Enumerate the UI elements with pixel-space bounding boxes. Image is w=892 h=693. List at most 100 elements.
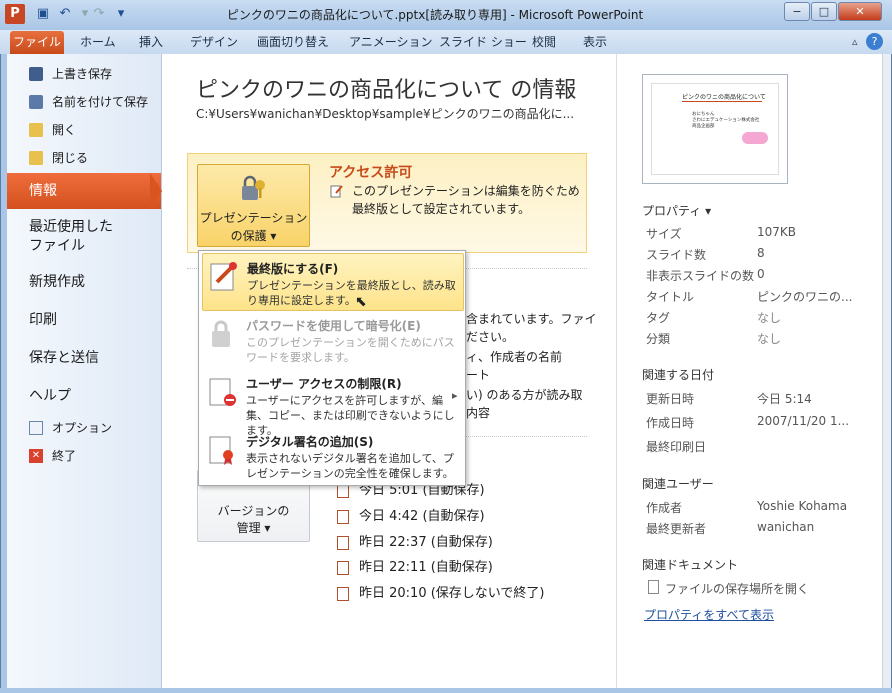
user-key: 作成者 — [646, 501, 683, 515]
tab-home[interactable]: ホーム — [80, 30, 116, 54]
redo-icon[interactable]: ↷ — [90, 5, 108, 23]
prop-value[interactable]: なし — [757, 309, 781, 326]
tab-view[interactable]: 表示 — [583, 30, 607, 54]
tab-transitions[interactable]: 画面切り替え — [257, 30, 329, 54]
prop-key: 分類 — [646, 332, 671, 346]
lock-key-icon — [238, 173, 268, 203]
add-digital-signature-item[interactable]: デジタル署名の追加(S) 表示されないデジタル署名を追加して、プレゼンテーション… — [202, 427, 464, 485]
window-bottom-border — [0, 688, 892, 693]
digital-signature-desc: 表示されないデジタル署名を追加して、プレゼンテーションの完全性を確保します。 — [246, 452, 454, 480]
mark-as-final-item[interactable]: 最終版にする(F) プレゼンテーションを最終版とし、読み取り専用に設定します。 … — [202, 253, 464, 311]
folder-open-icon — [29, 123, 43, 137]
encrypt-title: パスワードを使用して暗号化(E) — [246, 319, 421, 333]
version-item[interactable]: 昨日 22:37 (自動保存) — [359, 532, 493, 554]
manage-versions-label: バージョンの 管理 ▾ — [217, 504, 290, 535]
vertical-scrollbar[interactable] — [882, 54, 891, 688]
powerpoint-logo-icon[interactable]: P — [5, 4, 25, 24]
prepare-text-line: い) のある方が読み取 — [466, 388, 583, 402]
mouse-cursor-icon: ⬉ — [355, 294, 367, 310]
tab-design[interactable]: デザイン — [190, 30, 238, 54]
prepare-text-line: ださい。 — [466, 330, 515, 344]
help-icon[interactable]: ? — [866, 33, 883, 50]
date-key: 更新日時 — [646, 392, 695, 406]
nav-save-send[interactable]: 保存と送信 — [29, 347, 99, 367]
version-item[interactable]: 今日 4:42 (自動保存) — [359, 506, 485, 528]
section-divider — [466, 436, 587, 437]
slide-thumbnail[interactable]: ピンクのワニの商品化について おにちゃん さわにエデュケーション株式会社 商品企… — [642, 74, 788, 184]
date-key: 最終印刷日 — [646, 440, 707, 454]
tab-slideshow[interactable]: スライド ショー — [439, 30, 527, 54]
maximize-button[interactable]: □ — [811, 2, 837, 21]
nav-print[interactable]: 印刷 — [29, 309, 57, 329]
prop-value[interactable]: ピンクのワニの... — [757, 288, 852, 305]
related-dates-header: 関連する日付 — [642, 368, 715, 382]
slide-body-text: おにちゃん さわにエデュケーション株式会社 商品企画部 — [692, 112, 760, 129]
related-people-header: 関連ユーザー — [642, 477, 714, 491]
protect-button-label: プレゼンテーション の保護 ▾ — [199, 211, 308, 243]
date-value: 2007/11/20 1... — [757, 414, 850, 428]
exit-icon: ✕ — [29, 449, 43, 463]
user-value: Yoshie Kohama — [757, 499, 848, 513]
version-item[interactable]: 昨日 20:10 (保存しないで終了) — [359, 583, 544, 605]
nav-close[interactable]: 閉じる — [52, 148, 88, 168]
mark-as-final-desc: プレゼンテーションを最終版とし、読み取り専用に設定します。 — [247, 279, 456, 307]
restrict-access-item[interactable]: ユーザー アクセスの制限(R) ユーザーにアクセスを許可しますが、編集、コピー、… — [202, 369, 464, 437]
pink-crocodile-image — [742, 132, 768, 144]
properties-header[interactable]: プロパティ ▾ — [642, 202, 711, 219]
slide-title-underline — [682, 101, 762, 102]
prop-value: 107KB — [757, 225, 797, 239]
prop-key: 非表示スライドの数 — [646, 269, 755, 283]
nav-open[interactable]: 開く — [52, 120, 76, 140]
close-button[interactable]: ✕ — [838, 2, 882, 21]
prop-key: サイズ — [646, 227, 682, 241]
slide-preview: ピンクのワニの商品化について おにちゃん さわにエデュケーション株式会社 商品企… — [651, 83, 779, 175]
nav-save-as[interactable]: 名前を付けて保存 — [52, 92, 148, 112]
tab-file[interactable]: ファイル — [10, 31, 64, 54]
open-file-location-link[interactable]: ファイルの保存場所を開く — [665, 580, 809, 597]
nav-selected-arrow — [150, 173, 162, 209]
prepare-text-line: ィ、作成者の名前 — [466, 350, 563, 364]
date-value: 今日 5:14 — [757, 392, 812, 406]
nav-help[interactable]: ヘルプ — [29, 385, 71, 405]
permissions-description: このプレゼンテーションは編集を防ぐため最終版として設定されています。 — [352, 184, 580, 216]
prepare-text-line: 内容 — [466, 406, 491, 420]
nav-info[interactable]: 情報 — [7, 173, 161, 209]
version-file-icon — [337, 587, 349, 601]
nav-options[interactable]: オプション — [52, 418, 112, 438]
ribbon-collapse-icon[interactable]: ▵ — [852, 35, 858, 48]
nav-recent[interactable]: 最近使用した ファイル — [29, 218, 113, 256]
prop-key: タイトル — [646, 290, 695, 304]
version-item[interactable]: 昨日 22:11 (自動保存) — [359, 557, 493, 579]
mark-final-icon — [209, 260, 239, 294]
customize-qat-icon[interactable]: ▾ — [112, 5, 130, 23]
show-all-properties-link[interactable]: プロパティをすべて表示 — [644, 606, 774, 623]
tab-animations[interactable]: アニメーション — [349, 30, 433, 54]
permissions-heading: アクセス許可 — [329, 165, 413, 181]
slide-title-text: ピンクのワニの商品化について — [682, 94, 766, 101]
prepare-text-line: ート — [466, 368, 491, 382]
prop-key: スライド数 — [646, 248, 707, 262]
restrict-access-icon — [208, 375, 238, 409]
digital-signature-title: デジタル署名の追加(S) — [246, 435, 374, 449]
mark-as-final-title: 最終版にする(F) — [247, 262, 339, 276]
prop-value[interactable]: なし — [757, 330, 781, 347]
lock-icon — [208, 317, 238, 351]
user-key: 最終更新者 — [646, 522, 707, 536]
page-title: ピンクのワニの商品化について の情報 — [196, 78, 577, 103]
protect-dropdown-menu: 最終版にする(F) プレゼンテーションを最終版とし、読み取り専用に設定します。 … — [198, 250, 466, 486]
tab-review[interactable]: 校閲 — [532, 30, 556, 54]
undo-icon[interactable]: ↶ — [56, 5, 74, 23]
folder-close-icon — [29, 151, 43, 165]
minimize-button[interactable]: − — [784, 2, 810, 21]
save-as-icon — [29, 95, 43, 109]
encrypt-with-password-item[interactable]: パスワードを使用して暗号化(E) このプレゼンテーションを開くためにパスワードを… — [202, 311, 464, 369]
version-file-icon — [337, 561, 349, 575]
nav-save[interactable]: 上書き保存 — [52, 64, 112, 84]
nav-new[interactable]: 新規作成 — [29, 271, 85, 291]
version-file-icon — [337, 484, 349, 498]
nav-exit[interactable]: 終了 — [52, 446, 76, 466]
encrypt-desc: このプレゼンテーションを開くためにパスワードを要求します。 — [246, 336, 455, 364]
tab-insert[interactable]: 挿入 — [139, 30, 163, 54]
save-icon[interactable]: ▣ — [34, 5, 52, 23]
protect-presentation-button[interactable]: プレゼンテーション の保護 ▾ — [197, 164, 310, 247]
